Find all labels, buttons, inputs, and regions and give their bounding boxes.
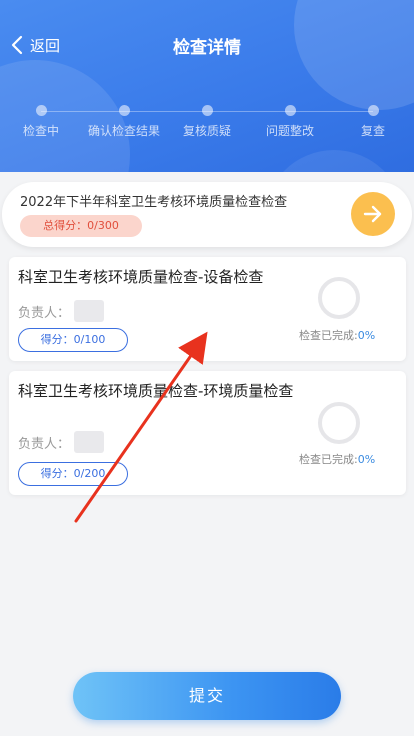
owner-row: 负责人： [18,431,105,453]
go-button[interactable] [351,192,395,236]
step-dot [367,105,379,116]
step-dot [284,105,296,116]
progress-ring [318,402,360,444]
step-dot [201,105,213,116]
progress-value: 0% [357,453,376,466]
inspection-card[interactable]: 科室卫生考核环境质量检查-设备检查 负责人： 得分：0/100 检查已完成:0% [9,257,406,361]
step-rectification: 问题整改 [250,105,330,139]
step-label: 复核质疑 [182,124,231,138]
progress-text: 检查已完成:0% [299,327,375,343]
owner-name-redacted [74,300,105,322]
owner-label: 负责人： [18,436,71,452]
owner-label: 负责人： [18,305,71,321]
card-title: 科室卫生考核环境质量检查-环境质量检查 [18,382,294,400]
step-inspecting: 检查中 [1,105,81,139]
decor-bubble [264,150,404,172]
step-confirm-results: 确认检查结果 [84,105,164,139]
step-dot [35,105,47,116]
step-dot [118,105,130,116]
owner-name-redacted [74,431,105,453]
owner-row: 负责人： [18,300,105,322]
card-title: 科室卫生考核环境质量检查-设备检查 [18,268,264,286]
total-score-badge: 总得分：0/300 [20,215,142,237]
summary-card: 2022年下半年科室卫生考核环境质量检查检查 总得分：0/300 [2,182,412,247]
progress-text: 检查已完成:0% [299,451,375,467]
step-label: 问题整改 [265,124,314,138]
arrow-right-icon [363,205,382,223]
inspection-card[interactable]: 科室卫生考核环境质量检查-环境质量检查 负责人： 得分：0/200 检查已完成:… [9,371,406,495]
step-review-dispute: 复核质疑 [167,105,247,139]
progress-value: 0% [357,329,376,342]
progress-steps: 检查中 确认检查结果 复核质疑 问题整改 复查 [0,105,414,145]
step-label: 检查中 [22,124,59,138]
progress-label: 检查已完成: [299,453,358,466]
page-title: 检查详情 [173,38,241,58]
step-label: 复查 [360,124,385,138]
progress-ring [318,277,360,319]
progress-label: 检查已完成: [299,329,358,342]
header: 返回 检查详情 检查中 确认检查结果 复核质疑 问题整改 复查 [0,0,414,172]
submit-button[interactable]: 提交 [73,672,341,720]
step-label: 确认检查结果 [87,124,160,138]
score-tag: 得分：0/100 [18,328,128,352]
step-recheck: 复查 [333,105,413,139]
summary-title: 2022年下半年科室卫生考核环境质量检查检查 [20,195,288,210]
score-tag: 得分：0/200 [18,462,128,486]
